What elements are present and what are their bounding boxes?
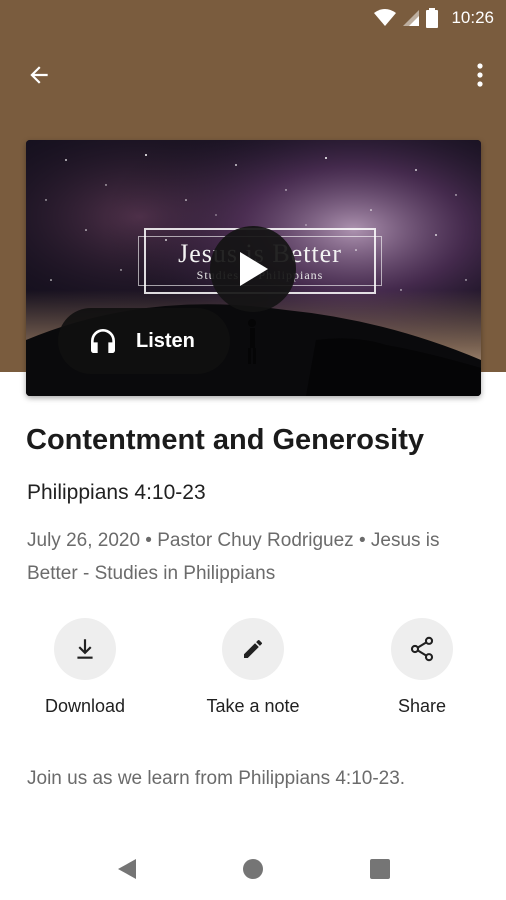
battery-icon [426, 8, 438, 28]
sermon-artwork[interactable]: Jesus is Better Studies in Philippians L… [26, 140, 481, 396]
listen-button[interactable]: Listen [58, 308, 230, 374]
nav-home-button[interactable] [238, 854, 268, 884]
more-vert-icon [477, 63, 483, 87]
status-icons [374, 8, 438, 28]
play-button[interactable] [210, 226, 296, 312]
share-label: Share [397, 696, 447, 716]
headphones-icon [91, 329, 115, 353]
download-button[interactable]: Download [15, 618, 155, 717]
nav-back-button[interactable] [112, 854, 142, 884]
pencil-icon [244, 639, 263, 658]
download-circle [54, 618, 116, 680]
status-bar: 10:26 [0, 0, 506, 36]
app-bar [0, 48, 506, 100]
sermon-title: Contentment and Generosity [26, 424, 424, 456]
arrow-back-icon [30, 66, 48, 84]
wifi-icon [374, 9, 396, 26]
share-circle [391, 618, 453, 680]
nav-recents-button[interactable] [365, 854, 395, 884]
nav-home-icon [243, 859, 263, 879]
action-row: Download Take a note Share [0, 618, 506, 728]
system-nav-bar [0, 836, 506, 900]
listen-label: Listen [136, 330, 195, 352]
back-button[interactable] [22, 58, 56, 92]
sermon-description: Join us as we learn from Philippians 4:1… [27, 768, 406, 789]
take-note-circle [222, 618, 284, 680]
share-icon [410, 636, 434, 662]
sermon-scripture: Philippians 4:10-23 [27, 481, 206, 504]
take-note-button[interactable]: Take a note [183, 618, 323, 717]
share-button[interactable]: Share [352, 618, 492, 717]
nav-recents-icon [370, 859, 390, 879]
signal-icon [403, 10, 419, 26]
take-note-label: Take a note [206, 696, 300, 716]
sermon-meta: July 26, 2020 • Pastor Chuy Rodriguez • … [27, 530, 440, 584]
download-label: Download [44, 696, 126, 716]
nav-back-icon [118, 859, 136, 879]
status-time: 10:26 [451, 8, 494, 27]
play-icon [240, 252, 268, 286]
download-icon [77, 639, 93, 659]
more-options-button[interactable] [468, 58, 492, 92]
